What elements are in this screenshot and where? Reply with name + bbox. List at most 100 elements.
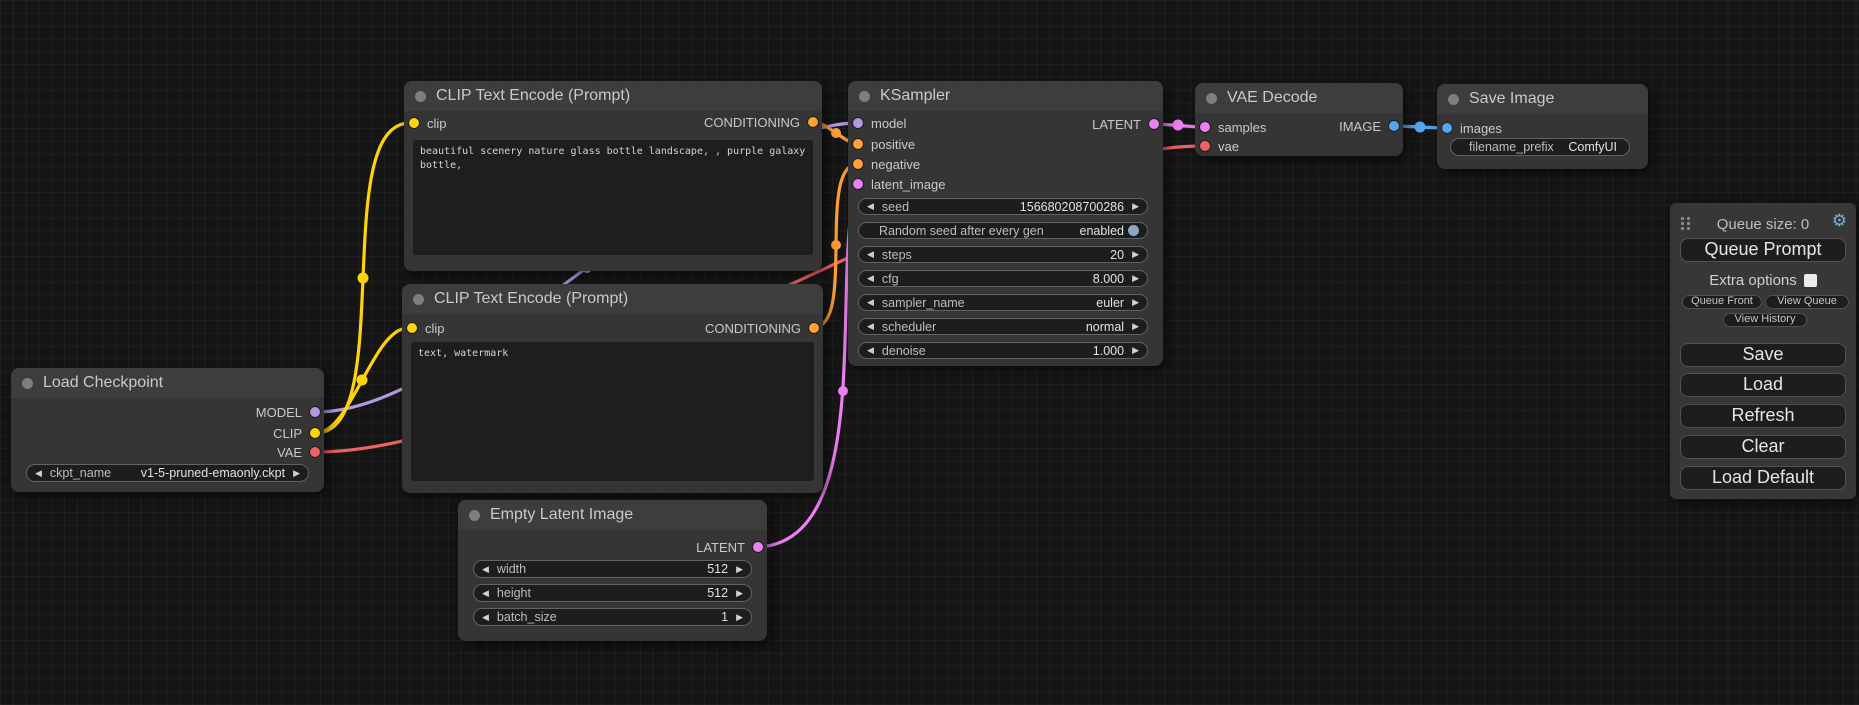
arrow-right-icon[interactable]: ▶ <box>1132 274 1139 283</box>
image-port-dot[interactable] <box>1389 121 1399 131</box>
arrow-right-icon[interactable]: ▶ <box>736 565 743 574</box>
input-port-clip[interactable]: clip <box>404 115 447 131</box>
load-button[interactable]: Load <box>1680 373 1846 397</box>
latent-port-dot[interactable] <box>853 179 863 189</box>
output-port-model[interactable]: MODEL <box>256 404 320 420</box>
node-vae-decode[interactable]: VAE Decode samples vae IMAGE <box>1195 83 1403 156</box>
clip-port-dot[interactable] <box>409 118 419 128</box>
clip-port-dot[interactable] <box>310 428 320 438</box>
arrow-left-icon[interactable]: ◀ <box>35 469 42 478</box>
input-port-positive[interactable]: positive <box>848 136 915 152</box>
arrow-left-icon[interactable]: ◀ <box>867 274 874 283</box>
output-port-vae[interactable]: VAE <box>277 444 320 460</box>
input-port-vae[interactable]: vae <box>1195 138 1239 154</box>
latent-port-dot[interactable] <box>1200 122 1210 132</box>
arrow-right-icon[interactable]: ▶ <box>1132 346 1139 355</box>
node-ksampler[interactable]: KSampler model positive negative latent_… <box>848 81 1163 366</box>
node-clip-text-encode-negative[interactable]: CLIP Text Encode (Prompt) clip CONDITION… <box>402 284 823 493</box>
input-port-samples[interactable]: samples <box>1195 119 1266 135</box>
clear-button[interactable]: Clear <box>1680 435 1846 459</box>
view-history-button[interactable]: View History <box>1723 313 1807 327</box>
sampler-name-combo[interactable]: ◀ sampler_name euler ▶ <box>858 294 1148 311</box>
node-graph-canvas[interactable]: Load Checkpoint MODEL CLIP VAE ◀ ckpt_na… <box>0 0 1859 705</box>
arrow-right-icon[interactable]: ▶ <box>293 469 300 478</box>
output-port-conditioning[interactable]: CONDITIONING <box>705 320 819 336</box>
node-titlebar[interactable]: VAE Decode <box>1195 83 1403 113</box>
conditioning-port-dot[interactable] <box>853 159 863 169</box>
output-port-latent[interactable]: LATENT <box>1092 116 1159 132</box>
arrow-right-icon[interactable]: ▶ <box>1132 202 1139 211</box>
arrow-left-icon[interactable]: ◀ <box>867 322 874 331</box>
vae-port-dot[interactable] <box>1200 141 1210 151</box>
latent-port-dot[interactable] <box>1149 119 1159 129</box>
node-titlebar[interactable]: Empty Latent Image <box>458 500 767 530</box>
conditioning-port-dot[interactable] <box>808 117 818 127</box>
view-queue-button[interactable]: View Queue <box>1765 295 1849 309</box>
gear-icon[interactable]: ⚙ <box>1832 212 1847 229</box>
node-titlebar[interactable]: Save Image <box>1437 84 1648 114</box>
seed-stepper[interactable]: ◀ seed 156680208700286 ▶ <box>858 198 1148 215</box>
ckpt-name-combo[interactable]: ◀ ckpt_name v1-5-pruned-emaonly.ckpt ▶ <box>26 464 309 482</box>
arrow-left-icon[interactable]: ◀ <box>482 565 489 574</box>
refresh-button[interactable]: Refresh <box>1680 404 1846 428</box>
collapse-dot-icon[interactable] <box>1448 94 1459 105</box>
node-titlebar[interactable]: CLIP Text Encode (Prompt) <box>402 284 823 314</box>
node-empty-latent-image[interactable]: Empty Latent Image LATENT ◀ width 512 ▶ … <box>458 500 767 641</box>
arrow-left-icon[interactable]: ◀ <box>482 589 489 598</box>
input-port-images[interactable]: images <box>1437 120 1502 136</box>
cfg-stepper[interactable]: ◀ cfg 8.000 ▶ <box>858 270 1148 287</box>
collapse-dot-icon[interactable] <box>22 378 33 389</box>
scheduler-combo[interactable]: ◀ scheduler normal ▶ <box>858 318 1148 335</box>
output-port-image[interactable]: IMAGE <box>1339 118 1399 134</box>
input-port-latent-image[interactable]: latent_image <box>848 176 945 192</box>
prompt-textarea[interactable]: beautiful scenery nature glass bottle la… <box>413 140 813 255</box>
collapse-dot-icon[interactable] <box>415 91 426 102</box>
image-port-dot[interactable] <box>1442 123 1452 133</box>
vae-port-dot[interactable] <box>310 447 320 457</box>
node-load-checkpoint[interactable]: Load Checkpoint MODEL CLIP VAE ◀ ckpt_na… <box>11 368 324 492</box>
extra-options-checkbox[interactable] <box>1804 274 1817 287</box>
node-titlebar[interactable]: CLIP Text Encode (Prompt) <box>404 81 822 111</box>
arrow-right-icon[interactable]: ▶ <box>1132 298 1139 307</box>
collapse-dot-icon[interactable] <box>413 294 424 305</box>
arrow-right-icon[interactable]: ▶ <box>1132 322 1139 331</box>
input-port-negative[interactable]: negative <box>848 156 920 172</box>
collapse-dot-icon[interactable] <box>469 510 480 521</box>
arrow-right-icon[interactable]: ▶ <box>736 613 743 622</box>
height-stepper[interactable]: ◀ height 512 ▶ <box>473 584 752 602</box>
toggle-on-icon[interactable] <box>1128 225 1139 236</box>
node-titlebar[interactable]: KSampler <box>848 81 1163 111</box>
prompt-textarea[interactable]: text, watermark <box>411 342 814 481</box>
model-port-dot[interactable] <box>853 118 863 128</box>
clip-port-dot[interactable] <box>407 323 417 333</box>
input-port-model[interactable]: model <box>848 115 906 131</box>
width-stepper[interactable]: ◀ width 512 ▶ <box>473 560 752 578</box>
arrow-right-icon[interactable]: ▶ <box>1132 250 1139 259</box>
queue-front-button[interactable]: Queue Front <box>1682 295 1762 309</box>
arrow-left-icon[interactable]: ◀ <box>867 346 874 355</box>
steps-stepper[interactable]: ◀ steps 20 ▶ <box>858 246 1148 263</box>
save-button[interactable]: Save <box>1680 343 1846 367</box>
load-default-button[interactable]: Load Default <box>1680 466 1846 490</box>
node-clip-text-encode-positive[interactable]: CLIP Text Encode (Prompt) clip CONDITION… <box>404 81 822 271</box>
node-titlebar[interactable]: Load Checkpoint <box>11 368 324 398</box>
random-seed-toggle[interactable]: Random seed after every gen enabled <box>858 222 1148 239</box>
arrow-left-icon[interactable]: ◀ <box>867 250 874 259</box>
output-port-conditioning[interactable]: CONDITIONING <box>704 114 818 130</box>
denoise-stepper[interactable]: ◀ denoise 1.000 ▶ <box>858 342 1148 359</box>
output-port-clip[interactable]: CLIP <box>273 425 320 441</box>
queue-prompt-button[interactable]: Queue Prompt <box>1680 238 1846 262</box>
arrow-left-icon[interactable]: ◀ <box>867 298 874 307</box>
conditioning-port-dot[interactable] <box>853 139 863 149</box>
arrow-left-icon[interactable]: ◀ <box>482 613 489 622</box>
collapse-dot-icon[interactable] <box>1206 93 1217 104</box>
conditioning-port-dot[interactable] <box>809 323 819 333</box>
collapse-dot-icon[interactable] <box>859 91 870 102</box>
output-port-latent[interactable]: LATENT <box>696 539 763 555</box>
model-port-dot[interactable] <box>310 407 320 417</box>
arrow-right-icon[interactable]: ▶ <box>736 589 743 598</box>
latent-port-dot[interactable] <box>753 542 763 552</box>
filename-prefix-field[interactable]: filename_prefix ComfyUI <box>1450 138 1630 156</box>
arrow-left-icon[interactable]: ◀ <box>867 202 874 211</box>
input-port-clip[interactable]: clip <box>402 320 445 336</box>
